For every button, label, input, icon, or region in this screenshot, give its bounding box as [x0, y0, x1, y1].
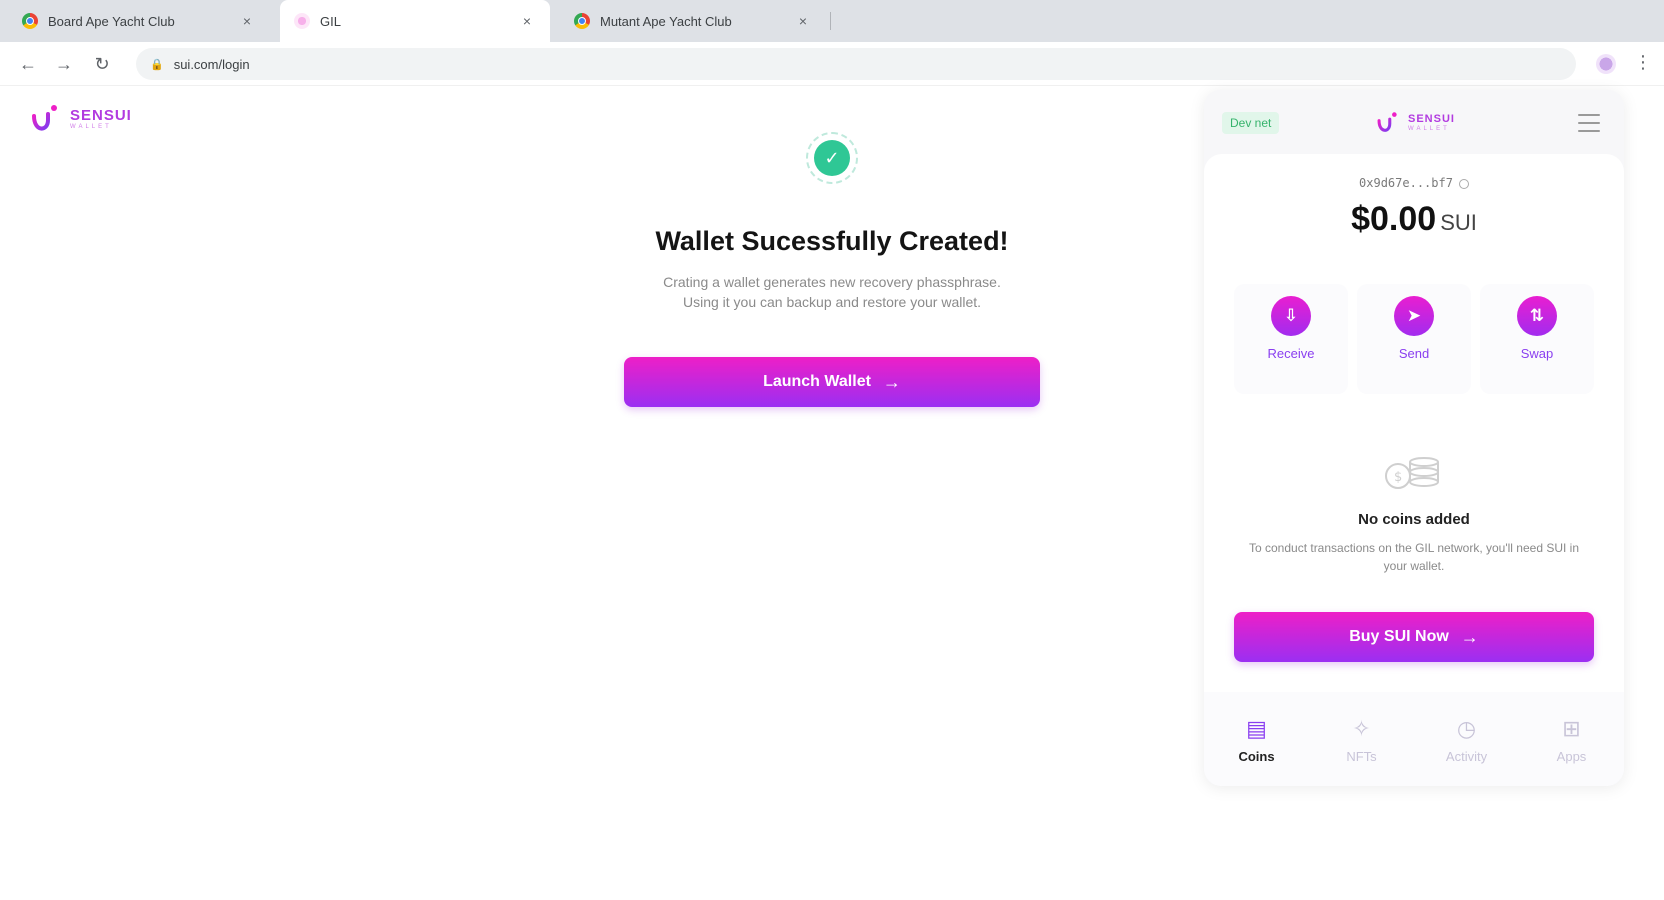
wallet-bottom-nav: ▤ Coins ✧ NFTs ◷ Activity ⊞ Apps	[1204, 692, 1624, 786]
tab-title: Mutant Ape Yacht Club	[600, 13, 732, 29]
send-label: Send	[1398, 346, 1430, 361]
wallet-address: 0x9d67e...bf7	[1359, 176, 1453, 190]
empty-state-description: To conduct transactions on the GIL netwo…	[1248, 541, 1580, 573]
reload-icon[interactable]: ↻	[90, 52, 114, 76]
apps-icon: ⊞	[1562, 715, 1581, 741]
nfts-icon: ✧	[1352, 715, 1371, 741]
browser-menu-icon[interactable]: ⋮	[1634, 52, 1652, 73]
tab-title: GIL	[320, 13, 341, 29]
balance-value: $0.00	[1351, 200, 1437, 238]
buy-sui-button[interactable]: Buy SUI Now →	[1234, 612, 1594, 662]
logo-wordmark: SENSUI WALLET	[70, 107, 132, 130]
receive-label: Receive	[1267, 346, 1315, 361]
swap-label: Swap	[1520, 346, 1554, 361]
sensui-logo-icon	[1377, 112, 1397, 135]
buy-sui-label: Buy SUI Now	[1349, 628, 1449, 645]
browser-tab-bayc[interactable]: Board Ape Yacht Club ×	[8, 0, 270, 42]
coins-empty-icon: $	[1385, 457, 1439, 489]
browser-tab-gil[interactable]: GIL ×	[280, 0, 550, 42]
url-text: sui.com/login	[173, 56, 250, 72]
page-title: Wallet Sucessfully Created!	[655, 226, 1009, 256]
nav-nfts[interactable]: ✧ NFTs	[1322, 715, 1402, 764]
balance-row: $0.00 SUI	[1204, 200, 1624, 239]
wallet-card: 0x9d67e...bf7 $0.00 SUI ⇩ Receive ➤ Send …	[1204, 154, 1624, 786]
svg-text:$: $	[1394, 470, 1402, 485]
tab-close-icon[interactable]: ×	[238, 13, 256, 29]
swap-icon: ⇅	[1517, 296, 1557, 336]
wallet-actions: ⇩ Receive ➤ Send ⇅ Swap	[1234, 284, 1594, 394]
url-bar[interactable]: 🔒 sui.com/login	[136, 48, 1576, 80]
receive-button[interactable]: ⇩ Receive	[1234, 284, 1348, 394]
wallet-logo: SENSUI WALLET	[1376, 110, 1455, 136]
wallet-header: Dev net SENSUI WALLET	[1204, 90, 1624, 154]
browser-tab-bar: Board Ape Yacht Club × GIL × Mutant Ape …	[0, 0, 1664, 42]
nav-apps[interactable]: ⊞ Apps	[1532, 715, 1612, 764]
success-check-icon: ✓	[806, 132, 858, 184]
extension-icon[interactable]	[1596, 54, 1616, 74]
send-button[interactable]: ➤ Send	[1357, 284, 1471, 394]
nav-apps-label: Apps	[1556, 748, 1587, 764]
nav-activity-label: Activity	[1445, 748, 1488, 764]
tab-title: Board Ape Yacht Club	[48, 13, 175, 29]
forward-arrow-icon[interactable]: →	[52, 52, 76, 76]
sensui-logo[interactable]: SENSUI WALLET	[30, 102, 132, 136]
copy-icon[interactable]	[1458, 178, 1469, 189]
nav-coins-label: Coins	[1238, 748, 1275, 764]
browser-tab-mayc[interactable]: Mutant Ape Yacht Club ×	[560, 0, 826, 42]
send-icon: ➤	[1394, 296, 1434, 336]
receive-icon: ⇩	[1271, 296, 1311, 336]
nav-activity[interactable]: ◷ Activity	[1427, 715, 1507, 764]
sensui-logo-icon	[32, 105, 57, 134]
arrow-right-icon: →	[1460, 626, 1479, 647]
browser-toolbar: ← → ↻ 🔒 sui.com/login ⋮	[0, 42, 1664, 86]
wallet-popup: Dev net SENSUI WALLET 0x9d67e...bf7 $0.0…	[1204, 90, 1624, 786]
coins-icon: ▤	[1246, 715, 1267, 741]
balance-currency: SUI	[1440, 210, 1477, 235]
tab-close-icon[interactable]: ×	[794, 13, 812, 29]
wallet-logo-wordmark: SENSUI WALLET	[1408, 113, 1455, 133]
activity-icon: ◷	[1456, 715, 1477, 741]
tab-close-icon[interactable]: ×	[518, 13, 536, 29]
arrow-right-icon: →	[882, 371, 901, 392]
nav-nfts-label: NFTs	[1346, 748, 1377, 764]
wallet-address-row: 0x9d67e...bf7	[1204, 176, 1624, 190]
network-badge[interactable]: Dev net	[1222, 112, 1280, 134]
back-arrow-icon[interactable]: ←	[16, 52, 40, 76]
launch-wallet-label: Launch Wallet	[763, 373, 871, 390]
swap-button[interactable]: ⇅ Swap	[1480, 284, 1594, 394]
sensui-favicon-icon	[294, 13, 310, 29]
empty-state-title: No coins added	[1358, 511, 1470, 528]
chrome-favicon-icon	[22, 13, 38, 29]
lock-icon[interactable]: 🔒	[150, 58, 164, 71]
launch-wallet-button[interactable]: Launch Wallet →	[624, 357, 1040, 407]
page-description: Crating a wallet generates new recovery …	[663, 274, 1001, 310]
chrome-favicon-icon	[574, 13, 590, 29]
nav-coins[interactable]: ▤ Coins	[1217, 715, 1297, 764]
tab-separator	[830, 12, 831, 30]
hamburger-menu-icon[interactable]	[1578, 114, 1600, 132]
